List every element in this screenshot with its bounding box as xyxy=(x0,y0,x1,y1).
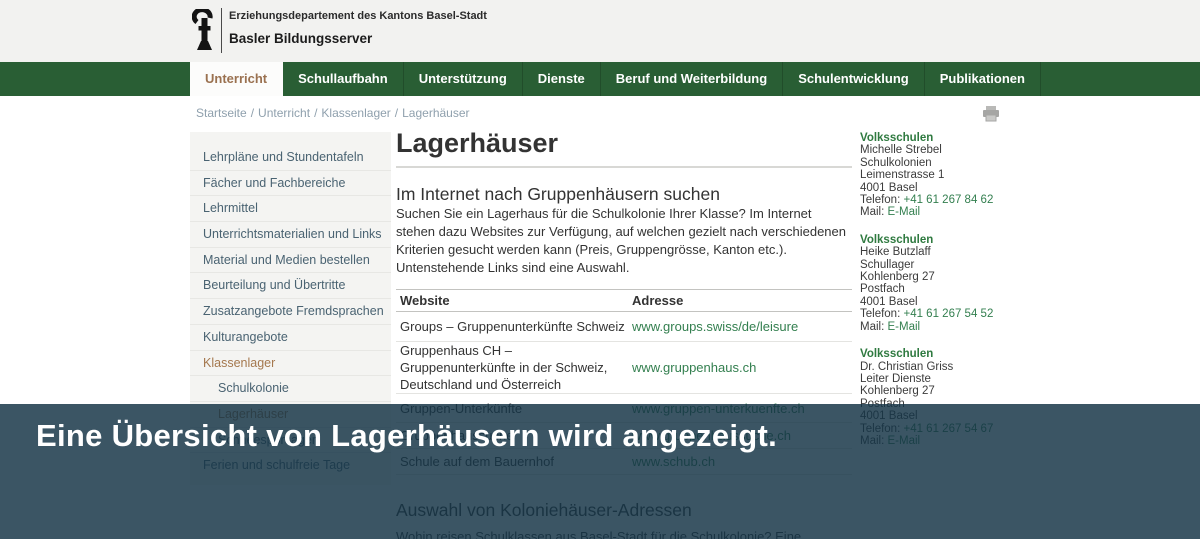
email-link[interactable]: E-Mail xyxy=(887,206,920,218)
mail-label: Mail: xyxy=(860,206,884,218)
printer-icon[interactable] xyxy=(982,106,1000,122)
email-link[interactable]: E-Mail xyxy=(887,321,920,333)
page-title: Lagerhäuser xyxy=(396,128,852,158)
contact-org: Volksschulen xyxy=(860,234,1090,246)
basel-crozier-icon xyxy=(192,9,216,53)
contact-line: Leimenstrasse 1 xyxy=(860,169,1090,181)
sidebar-item-lehrplaene-und-stundentafeln[interactable]: Lehrpläne und Stundentafeln xyxy=(190,145,391,171)
nav-tab-schullaufbahn[interactable]: Schullaufbahn xyxy=(283,62,404,96)
table-header-row: Website Adresse xyxy=(396,290,852,312)
contact-line: Leiter Dienste xyxy=(860,373,1090,385)
page: Erziehungsdepartement des Kantons Basel-… xyxy=(0,0,1200,539)
contact-mail-line: Mail: E-Mail xyxy=(860,206,1090,218)
breadcrumb-startseite[interactable]: Startseite xyxy=(196,106,247,120)
column-header-website: Website xyxy=(396,290,628,312)
sidebar-item-beurteilung-und-uebertritte[interactable]: Beurteilung und Übertritte xyxy=(190,273,391,299)
website-link[interactable]: www.groups.swiss/de/leisure xyxy=(632,319,798,334)
sidebar-item-faecher-und-fachbereiche[interactable]: Fächer und Fachbereiche xyxy=(190,171,391,197)
sidebar-item-material-und-medien-bestellen[interactable]: Material und Medien bestellen xyxy=(190,248,391,274)
nav-tab-unterricht[interactable]: Unterricht xyxy=(190,62,283,96)
contact-line: Dr. Christian Griss xyxy=(860,361,1090,373)
phone-link[interactable]: +41 61 267 54 52 xyxy=(903,308,993,320)
phone-label: Telefon: xyxy=(860,308,900,320)
contact-line: Kohlenberg 27 xyxy=(860,385,1090,397)
site-title: Basler Bildungsserver xyxy=(229,31,372,46)
contact-line: Schullager xyxy=(860,259,1090,271)
sidebar-item-lehrmittel[interactable]: Lehrmittel xyxy=(190,196,391,222)
contact-line: 4001 Basel xyxy=(860,296,1090,308)
phone-link[interactable]: +41 61 267 84 62 xyxy=(903,194,993,206)
breadcrumb-klassenlager[interactable]: Klassenlager xyxy=(321,106,390,120)
breadcrumb-unterricht[interactable]: Unterricht xyxy=(258,106,310,120)
section1-heading: Im Internet nach Gruppenhäusern suchen xyxy=(396,185,852,204)
contact-line: Kohlenberg 27 xyxy=(860,271,1090,283)
contact-card: Volksschulen Michelle Strebel Schulkolon… xyxy=(860,132,1090,219)
website-name: Gruppenhaus CH – Gruppenunterkünfte in d… xyxy=(396,342,628,394)
website-link[interactable]: www.gruppenhaus.ch xyxy=(632,360,756,375)
website-name: Groups – Gruppenunterkünfte Schweiz xyxy=(396,312,628,342)
caption-text: Eine Übersicht von Lagerhäusern wird ang… xyxy=(36,416,777,456)
section1-paragraph: Suchen Sie ein Lagerhaus für die Schulko… xyxy=(396,205,852,277)
contact-mail-line: Mail: E-Mail xyxy=(860,321,1090,333)
contact-line: Postfach xyxy=(860,283,1090,295)
sidebar-item-unterrichtsmaterialien-und-links[interactable]: Unterrichtsmaterialien und Links xyxy=(190,222,391,248)
sidebar-item-zusatzangebote-fremdsprachen[interactable]: Zusatzangebote Fremdsprachen xyxy=(190,299,391,325)
caption-overlay: Eine Übersicht von Lagerhäusern wird ang… xyxy=(0,404,1200,539)
logo-divider xyxy=(221,8,222,53)
breadcrumb-separator: / xyxy=(310,106,321,120)
phone-label: Telefon: xyxy=(860,194,900,206)
contact-org: Volksschulen xyxy=(860,132,1090,144)
mail-label: Mail: xyxy=(860,321,884,333)
sidebar-item-kulturangebote[interactable]: Kulturangebote xyxy=(190,325,391,351)
nav-tab-publikationen[interactable]: Publikationen xyxy=(925,62,1041,96)
sidebar-item-schulkolonie[interactable]: Schulkolonie xyxy=(190,376,391,402)
contact-phone-line: Telefon: +41 61 267 54 52 xyxy=(860,308,1090,320)
contact-line: Schulkolonien xyxy=(860,157,1090,169)
contact-line: Heike Butzlaff xyxy=(860,246,1090,258)
table-row: Groups – Gruppenunterkünfte Schweiz www.… xyxy=(396,312,852,342)
title-divider xyxy=(396,166,852,168)
breadcrumb-separator: / xyxy=(247,106,258,120)
contact-org: Volksschulen xyxy=(860,348,1090,360)
contact-card: Volksschulen Heike Butzlaff Schullager K… xyxy=(860,234,1090,333)
contact-phone-line: Telefon: +41 61 267 84 62 xyxy=(860,194,1090,206)
contact-line: Michelle Strebel xyxy=(860,144,1090,156)
sidebar-item-klassenlager[interactable]: Klassenlager xyxy=(190,351,391,377)
column-header-adresse: Adresse xyxy=(628,290,852,312)
table-row: Gruppenhaus CH – Gruppenunterkünfte in d… xyxy=(396,342,852,394)
contact-line: 4001 Basel xyxy=(860,182,1090,194)
